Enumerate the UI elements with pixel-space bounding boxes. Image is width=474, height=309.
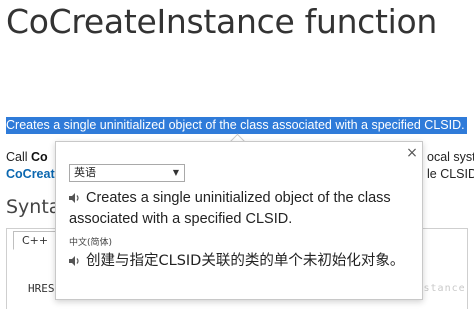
source-text: Creates a single uninitialized object of… [69, 188, 409, 230]
target-text: 创建与指定CLSID关联的类的单个未初始化对象。 [69, 251, 409, 272]
body-text-fragment: le CLSID, [427, 167, 474, 181]
speaker-icon[interactable] [69, 193, 81, 203]
source-text-content: Creates a single uninitialized object of… [69, 190, 391, 227]
function-link[interactable]: CoCreat [6, 167, 55, 181]
source-language-select[interactable]: 英语 ▼ [69, 164, 185, 182]
body-text-fragment: ocal syste [427, 150, 474, 164]
source-language-value: 英语 [74, 166, 96, 179]
tab-cpp[interactable]: C++ [13, 231, 58, 250]
target-language-label: 中文(简体) [69, 238, 113, 248]
body-text-bold: Co [31, 150, 48, 164]
close-button[interactable]: × [405, 146, 419, 160]
code-text: HRES [28, 282, 55, 295]
speaker-icon[interactable] [69, 256, 81, 266]
body-text-line: Call Co [6, 150, 48, 164]
body-text-prefix: Call [6, 150, 32, 164]
selected-description[interactable]: Creates a single uninitialized object of… [6, 117, 467, 134]
translation-popup: × 英语 ▼ Creates a single uninitialized ob… [55, 141, 423, 300]
chevron-down-icon: ▼ [172, 168, 179, 177]
page-title: CoCreateInstance function [6, 2, 438, 41]
target-text-content: 创建与指定CLSID关联的类的单个未初始化对象。 [86, 253, 405, 269]
